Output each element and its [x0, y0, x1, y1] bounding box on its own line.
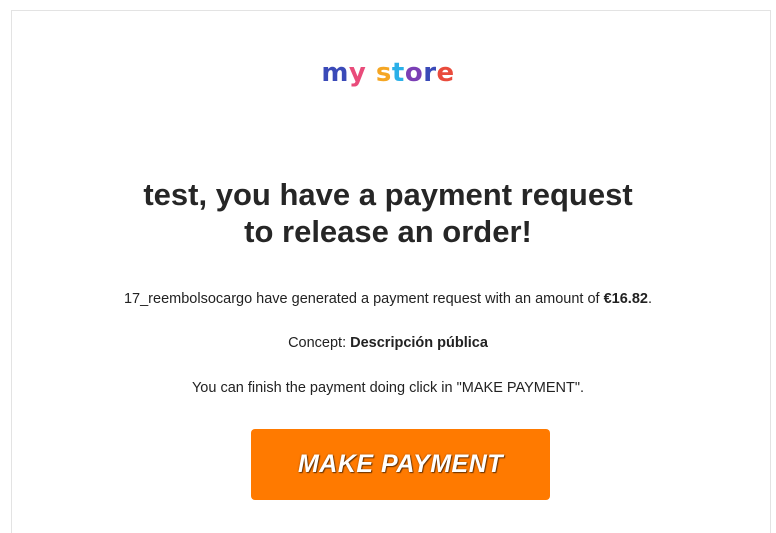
logo-letter [366, 58, 376, 88]
logo-letter: e [436, 58, 455, 88]
logo-letter: t [391, 58, 405, 88]
headline-line-2: to release an order! [244, 214, 532, 249]
store-logo: my store [0, 58, 776, 88]
logo-letter: y [348, 58, 367, 88]
logo-letter: m [321, 58, 349, 88]
logo-letter: o [404, 58, 424, 88]
concept-label: Concept: [288, 335, 351, 351]
payment-amount: €16.82 [603, 291, 648, 307]
make-payment-button[interactable]: MAKE PAYMENT [251, 429, 550, 500]
payment-request-text: 17_reembolsocargo have generated a payme… [0, 290, 776, 308]
request-text-suffix: . [647, 291, 652, 307]
logo-letter: r [423, 58, 437, 88]
concept-text: Concept: Descripción pública [0, 334, 776, 352]
logo-letter: s [375, 58, 392, 88]
concept-value: Descripción pública [350, 335, 488, 351]
email-headline: test, you have a payment request to rele… [0, 176, 776, 250]
request-text-prefix: 17_reembolsocargo have generated a payme… [123, 291, 604, 307]
headline-line-1: test, you have a payment request [143, 177, 633, 212]
instruction-text: You can finish the payment doing click i… [191, 380, 585, 396]
